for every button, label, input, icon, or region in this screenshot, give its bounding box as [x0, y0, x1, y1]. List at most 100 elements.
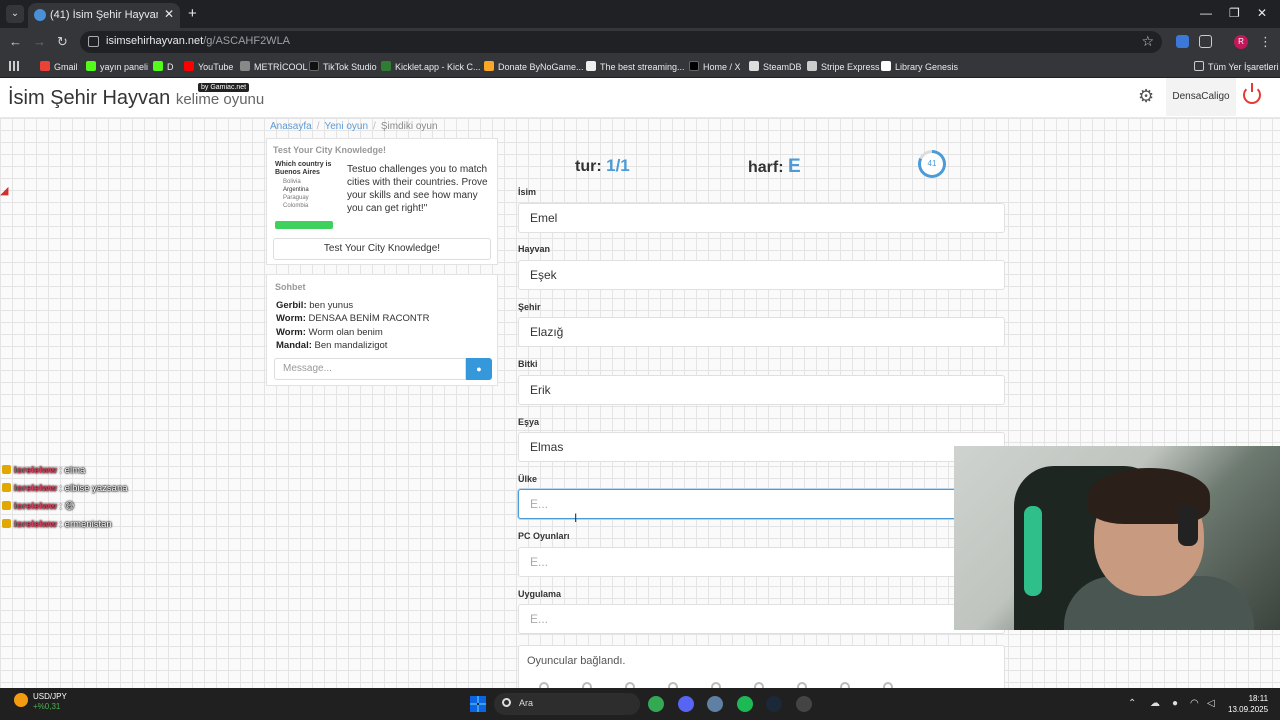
system-clock[interactable]: 18:11 13.09.2025: [1228, 693, 1268, 715]
all-bookmarks-folder[interactable]: Tüm Yer İşaretleri: [1194, 59, 1279, 75]
search-icon: [502, 698, 511, 707]
bookmark-metricool[interactable]: METRİCOOL: [240, 59, 308, 75]
steam-icon[interactable]: [766, 696, 782, 712]
bitki-field[interactable]: Erik: [518, 375, 1005, 405]
settings-app-icon[interactable]: [707, 696, 723, 712]
discord-icon[interactable]: [678, 696, 694, 712]
restore-button[interactable]: ❐: [1229, 6, 1240, 20]
ad-thumbnail[interactable]: Which country is Buenos Aires Bolivia Ar…: [275, 161, 337, 229]
spotify-icon[interactable]: [737, 696, 753, 712]
profile-avatar[interactable]: R: [1234, 35, 1248, 49]
chat-message: Worm: Worm olan benim: [276, 326, 383, 338]
bookmark-kicklet[interactable]: Kicklet.app - Kick C...: [381, 59, 481, 75]
stream-chat-line: lorelelww : 😅: [2, 498, 128, 516]
bookmark-youtube[interactable]: YouTube: [184, 59, 233, 75]
new-tab-button[interactable]: +: [188, 5, 197, 22]
breadcrumb-new-game[interactable]: Yeni oyun: [324, 121, 368, 132]
bookmark-streaming[interactable]: The best streaming...: [586, 59, 685, 75]
chat-message: Mandal: Ben mandalizigot: [276, 340, 388, 352]
address-bar[interactable]: isimsehirhayvan.net/g/ASCAHF2WLA ☆: [80, 31, 1162, 53]
gamiac-badge: by Gamiac.net: [198, 83, 250, 92]
wifi-icon[interactable]: ◠: [1190, 698, 1199, 709]
obs-icon[interactable]: [796, 696, 812, 712]
tab-search-button[interactable]: ⌄: [6, 5, 24, 23]
forward-button[interactable]: →: [33, 34, 46, 49]
ad-title: Test Your City Knowledge!: [273, 145, 387, 155]
windows-start-icon[interactable]: [470, 696, 486, 712]
ulke-field[interactable]: E...: [518, 489, 1005, 519]
bookmark-gmail[interactable]: Gmail: [40, 59, 78, 75]
stream-chat-line: lorelelww : elma: [2, 462, 128, 480]
browser-tab-bar: ⌄ (41) İsim Şehir Hayvan oyunu... ✕ + — …: [0, 0, 1280, 28]
bookmark-library-genesis[interactable]: Library Genesis: [881, 59, 958, 75]
chrome-icon[interactable]: [648, 696, 664, 712]
back-button[interactable]: ←: [9, 34, 22, 49]
sehir-field[interactable]: Elazığ: [518, 317, 1005, 347]
hayvan-field[interactable]: Eşek: [518, 260, 1005, 290]
round-indicator: tur: 1/1: [575, 156, 630, 175]
browser-menu-icon[interactable]: ⋮: [1259, 34, 1272, 50]
field-label-esya: Eşya: [518, 417, 540, 427]
headset: [1178, 506, 1198, 546]
power-icon[interactable]: [1243, 83, 1261, 104]
minimize-button[interactable]: —: [1200, 6, 1212, 20]
badge-icon: [2, 519, 11, 528]
bookmarks-bar: Gmail yayın paneli D YouTube METRİCOOL T…: [0, 56, 1280, 78]
reload-button[interactable]: ↻: [57, 34, 68, 50]
microphone-icon[interactable]: ●: [1172, 698, 1178, 709]
bookmark-donate-bynogame[interactable]: Donate ByNoGame...: [484, 59, 584, 75]
volume-icon[interactable]: ◁: [1207, 698, 1215, 709]
field-label-isim: İsim: [518, 187, 537, 197]
countdown-timer: 41: [918, 150, 946, 178]
uygulama-field[interactable]: E...: [518, 604, 1005, 634]
badge-icon: [2, 501, 11, 510]
bookmark-d[interactable]: D: [153, 59, 174, 75]
esya-field[interactable]: Elmas: [518, 432, 1005, 462]
stream-chat-line: lorelelww : ermenistan: [2, 516, 128, 534]
chat-panel: Sohbet Gerbil: ben yunus Worm: DENSAA BE…: [266, 274, 498, 386]
taskbar-search[interactable]: Ara: [494, 693, 640, 715]
chat-message: Worm: DENSAA BENİM RACONTR: [276, 313, 430, 325]
apps-grid-icon[interactable]: [9, 61, 19, 71]
chat-send-button[interactable]: ●: [466, 358, 492, 380]
stocks-widget[interactable]: USD/JPY +%0,31: [33, 692, 67, 712]
pc-oyunlari-field[interactable]: E...: [518, 547, 1005, 577]
comment-icon: ●: [476, 364, 482, 374]
stocks-widget-icon[interactable]: [14, 693, 28, 707]
bookmark-stripe-express[interactable]: Stripe Express: [807, 59, 880, 75]
field-label-pc-oyunlari: PC Oyunları: [518, 531, 570, 541]
bookmark-star-icon[interactable]: ☆: [1141, 33, 1154, 50]
ad-cta-button[interactable]: Test Your City Knowledge!: [273, 238, 491, 260]
bookmark-tiktok-studio[interactable]: TikTok Studio: [309, 59, 377, 75]
ad-thumb-button: [275, 221, 333, 229]
extensions-icon[interactable]: [1199, 35, 1212, 48]
close-window-button[interactable]: ✕: [1257, 6, 1267, 20]
tab-title: (41) İsim Şehir Hayvan oyunu...: [50, 9, 158, 21]
browser-tab[interactable]: (41) İsim Şehir Hayvan oyunu... ✕: [28, 3, 180, 28]
bookmark-steamdb[interactable]: SteamDB: [749, 59, 802, 75]
badge-icon: [2, 483, 11, 492]
translate-icon[interactable]: [1176, 35, 1189, 48]
url-text: isimsehirhayvan.net/g/ASCAHF2WLA: [106, 35, 291, 47]
tray-chevron-icon[interactable]: ⌃: [1128, 698, 1136, 709]
gear-icon[interactable]: ⚙: [1138, 86, 1154, 107]
isim-field[interactable]: Emel: [518, 203, 1005, 233]
ad-description: Testuo challenges you to match cities wi…: [347, 164, 488, 214]
site-info-icon[interactable]: [88, 36, 99, 47]
breadcrumb-home[interactable]: Anasayfa: [270, 121, 312, 132]
breadcrumb-current: Şimdiki oyun: [380, 121, 438, 132]
globe-icon: [34, 9, 46, 21]
letter-indicator: harf: E: [748, 156, 801, 177]
ad-card: Test Your City Knowledge! Which country …: [266, 138, 498, 265]
onedrive-icon[interactable]: ☁: [1150, 698, 1160, 709]
chat-title: Sohbet: [275, 282, 306, 292]
chat-message-input[interactable]: Message...: [274, 358, 466, 380]
username-button[interactable]: DensaCaligo: [1166, 78, 1236, 116]
bookmark-yayin-paneli[interactable]: yayın paneli: [86, 59, 148, 75]
text-cursor-icon: I: [574, 511, 578, 525]
address-toolbar: ← → ↻ isimsehirhayvan.net/g/ASCAHF2WLA ☆…: [0, 28, 1280, 56]
stream-chat-line: lorelelww : elbise yazsana: [2, 480, 128, 498]
bookmark-home-x[interactable]: Home / X: [689, 59, 741, 75]
close-tab-icon[interactable]: ✕: [164, 7, 174, 21]
field-label-uygulama: Uygulama: [518, 589, 562, 599]
